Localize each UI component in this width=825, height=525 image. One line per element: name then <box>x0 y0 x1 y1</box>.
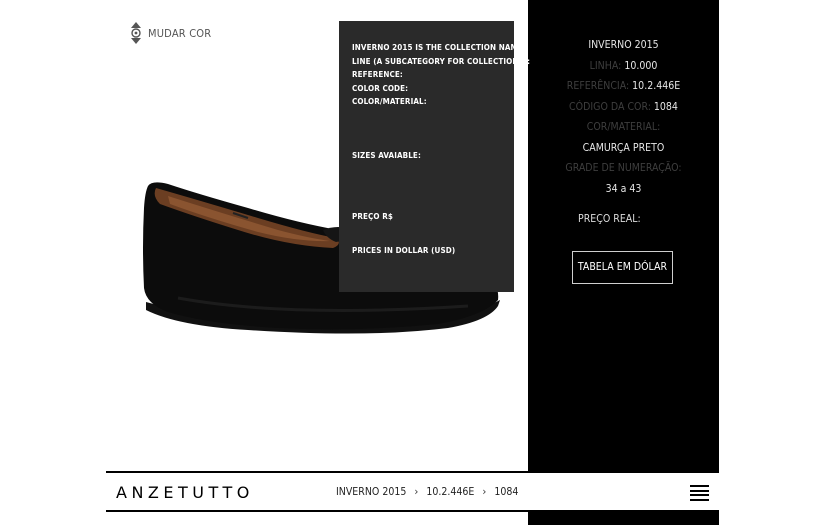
breadcrumb-color-code: 1084 <box>494 485 519 498</box>
reference-label: REFERÊNCIA: <box>566 80 630 92</box>
brand-logo[interactable]: ANZETUTTO <box>116 483 254 502</box>
line-row: LINHA: 10.000 <box>528 56 719 77</box>
usd-price-table-button[interactable]: TABELA EM DÓLAR <box>572 251 673 284</box>
change-color-button[interactable]: MUDAR COR <box>130 22 211 44</box>
sizes-value: 34 a 43 <box>605 182 642 195</box>
real-price-label: PREÇO REAL: <box>578 213 641 225</box>
breadcrumb: INVERNO 2015 › 10.2.446E › 1084 <box>336 485 518 498</box>
tooltip-sizes: SIZES AVAIABLE: <box>352 150 421 160</box>
hamburger-menu-icon[interactable] <box>690 485 709 501</box>
collection-name: INVERNO 2015 <box>588 39 659 51</box>
color-code-value: 1084 <box>653 100 678 113</box>
line-label: LINHA: <box>589 59 622 72</box>
tooltip-prices-usd: PRICES IN DOLLAR (USD) <box>352 245 456 255</box>
reference-row: REFERÊNCIA: 10.2.446E <box>528 76 719 97</box>
breadcrumb-collection[interactable]: INVERNO 2015 <box>336 486 406 498</box>
product-page: MUDAR COR INVERNO 2015 IS THE COLLECTION… <box>0 0 825 525</box>
chevron-right-icon: › <box>414 485 419 498</box>
tooltip-line: COLOR CODE: <box>352 83 409 93</box>
color-code-label: CÓDIGO DA COR: <box>569 100 651 113</box>
reference-value: 10.2.446E <box>632 80 681 92</box>
line-value: 10.000 <box>624 59 658 72</box>
product-info-panel: INVERNO 2015 LINHA: 10.000 REFERÊNCIA: 1… <box>528 0 719 525</box>
material-label: COR/MATERIAL: <box>586 121 661 133</box>
tooltip-line: LINE (A SUBCATEGORY FOR COLLECTIONS): <box>352 56 531 66</box>
tooltip-line: REFERENCE: <box>352 70 403 79</box>
tooltip-price: PREÇO R$ <box>352 212 393 221</box>
swap-vertical-icon <box>131 22 141 44</box>
info-tooltip: INVERNO 2015 IS THE COLLECTION NAME LINE… <box>339 21 531 292</box>
sizes-label: GRADE DE NUMERAÇÃO: <box>565 162 682 174</box>
footer-bar: ANZETUTTO INVERNO 2015 › 10.2.446E › 108… <box>106 471 719 512</box>
color-code-row: CÓDIGO DA COR: 1084 <box>528 97 719 118</box>
material-value: CAMURÇA PRETO <box>582 141 665 154</box>
chevron-right-icon: › <box>482 485 487 498</box>
breadcrumb-reference[interactable]: 10.2.446E <box>426 486 474 498</box>
tooltip-line: COLOR/MATERIAL: <box>352 97 427 106</box>
change-color-label: MUDAR COR <box>148 26 212 40</box>
tooltip-line: INVERNO 2015 IS THE COLLECTION NAME <box>352 43 523 52</box>
